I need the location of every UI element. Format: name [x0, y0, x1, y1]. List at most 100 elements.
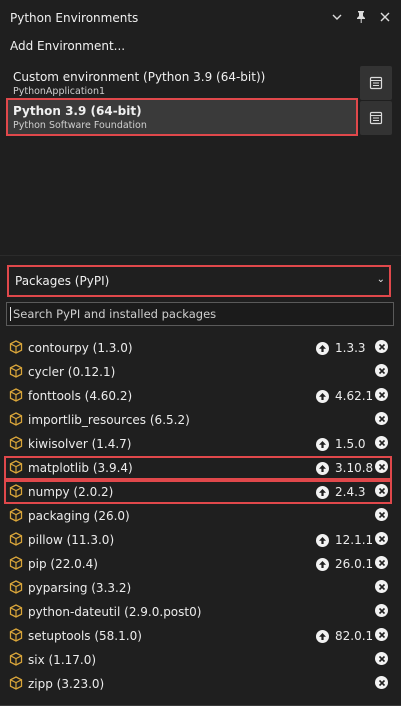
- package-icon: [9, 340, 23, 354]
- arrow-up-icon: [316, 389, 329, 403]
- uninstall-button[interactable]: [375, 532, 388, 545]
- close-icon: [378, 367, 385, 374]
- package-name: pyparsing (3.3.2): [28, 581, 132, 595]
- package-row[interactable]: python-dateutil (2.9.0.post0): [5, 601, 392, 623]
- uninstall-button[interactable]: [375, 652, 388, 665]
- pin-icon[interactable]: [353, 9, 369, 25]
- upgrade-button[interactable]: 1.5.0: [316, 437, 366, 451]
- environment-subtitle: Python Software Foundation: [13, 120, 147, 131]
- arrow-up-icon: [316, 485, 329, 499]
- package-name: fonttools (4.60.2): [28, 389, 133, 403]
- upgrade-version: 26.0.1: [335, 557, 374, 571]
- package-icon: [9, 556, 23, 570]
- uninstall-button[interactable]: [375, 604, 388, 617]
- environment-name: Custom environment (Python 3.9 (64-bit)): [13, 70, 266, 84]
- close-icon: [378, 487, 385, 494]
- package-name: importlib_resources (6.5.2): [28, 413, 190, 427]
- package-row[interactable]: fonttools (4.60.2) 4.62.1: [5, 385, 392, 407]
- package-icon: [9, 436, 23, 450]
- upgrade-button[interactable]: 4.62.1: [316, 389, 373, 403]
- environment-item-selected[interactable]: Python 3.9 (64-bit) Python Software Foun…: [6, 98, 358, 136]
- close-icon: [378, 463, 385, 470]
- uninstall-button[interactable]: [375, 676, 388, 689]
- environment-name: Python 3.9 (64-bit): [13, 104, 142, 118]
- package-row[interactable]: pillow (11.3.0) 12.1.1: [5, 529, 392, 551]
- close-icon: [378, 679, 385, 686]
- package-name: python-dateutil (2.9.0.post0): [28, 605, 202, 619]
- upgrade-button[interactable]: 12.1.1: [316, 533, 373, 547]
- upgrade-version: 3.10.8: [335, 461, 374, 475]
- uninstall-button[interactable]: [375, 340, 388, 353]
- package-icon: [9, 460, 23, 474]
- package-name: setuptools (58.1.0): [28, 629, 142, 643]
- uninstall-button[interactable]: [375, 364, 388, 377]
- environment-overview-button[interactable]: [360, 101, 392, 135]
- package-row[interactable]: six (1.17.0): [5, 649, 392, 671]
- package-row[interactable]: contourpy (1.3.0) 1.3.3: [5, 337, 392, 359]
- text-caret: [10, 307, 11, 321]
- close-icon: [378, 343, 385, 350]
- package-row[interactable]: importlib_resources (6.5.2): [5, 409, 392, 431]
- environment-item[interactable]: Custom environment (Python 3.9 (64-bit))…: [6, 64, 358, 102]
- chevron-down-icon[interactable]: [329, 9, 345, 25]
- package-row[interactable]: zipp (3.23.0): [5, 673, 392, 695]
- uninstall-button[interactable]: [375, 628, 388, 641]
- package-icon: [9, 388, 23, 402]
- uninstall-button[interactable]: [375, 484, 388, 497]
- close-icon: [378, 583, 385, 590]
- package-row[interactable]: cycler (0.12.1): [5, 361, 392, 383]
- package-name: packaging (26.0): [28, 509, 130, 523]
- package-icon: [9, 484, 23, 498]
- divider: [0, 255, 401, 256]
- upgrade-button[interactable]: 3.10.8: [316, 461, 373, 475]
- arrow-up-icon: [316, 557, 329, 571]
- upgrade-version: 4.62.1: [335, 389, 374, 403]
- package-name: pip (22.0.4): [28, 557, 98, 571]
- close-icon: [378, 535, 385, 542]
- upgrade-button[interactable]: 26.0.1: [316, 557, 373, 571]
- package-row[interactable]: matplotlib (3.9.4) 3.10.8: [4, 456, 392, 480]
- upgrade-version: 1.3.3: [335, 341, 366, 355]
- packages-view-dropdown[interactable]: Packages (PyPI) ⌄: [7, 265, 391, 297]
- close-icon: [378, 415, 385, 422]
- package-search-input[interactable]: [13, 305, 383, 323]
- title-bar: Python Environments: [0, 0, 401, 36]
- package-name: cycler (0.12.1): [28, 365, 116, 379]
- close-icon[interactable]: [377, 9, 393, 25]
- overview-icon: [369, 111, 383, 125]
- upgrade-button[interactable]: 1.3.3: [316, 341, 366, 355]
- package-icon: [9, 676, 23, 690]
- package-row[interactable]: numpy (2.0.2) 2.4.3: [4, 480, 392, 504]
- package-row[interactable]: pyparsing (3.3.2): [5, 577, 392, 599]
- uninstall-button[interactable]: [375, 388, 388, 401]
- package-name: matplotlib (3.9.4): [28, 461, 133, 475]
- package-row[interactable]: setuptools (58.1.0) 82.0.1: [5, 625, 392, 647]
- arrow-up-icon: [316, 533, 329, 547]
- package-row[interactable]: pip (22.0.4) 26.0.1: [5, 553, 392, 575]
- package-icon: [9, 628, 23, 642]
- environment-overview-button[interactable]: [360, 66, 392, 100]
- overview-icon: [369, 76, 383, 90]
- uninstall-button[interactable]: [375, 460, 388, 473]
- chevron-down-icon: ⌄: [376, 274, 385, 285]
- uninstall-button[interactable]: [375, 580, 388, 593]
- package-name: pillow (11.3.0): [28, 533, 115, 547]
- uninstall-button[interactable]: [375, 508, 388, 521]
- window-title: Python Environments: [10, 11, 139, 25]
- uninstall-button[interactable]: [375, 436, 388, 449]
- environment-subtitle: PythonApplication1: [13, 86, 106, 97]
- package-row[interactable]: kiwisolver (1.4.7) 1.5.0: [5, 433, 392, 455]
- package-search-box[interactable]: [6, 302, 394, 326]
- package-row[interactable]: packaging (26.0): [5, 505, 392, 527]
- uninstall-button[interactable]: [375, 556, 388, 569]
- arrow-up-icon: [316, 461, 329, 475]
- close-icon: [378, 631, 385, 638]
- close-icon: [378, 655, 385, 662]
- package-icon: [9, 532, 23, 546]
- package-icon: [9, 652, 23, 666]
- upgrade-button[interactable]: 2.4.3: [316, 485, 366, 499]
- upgrade-button[interactable]: 82.0.1: [316, 629, 373, 643]
- package-name: kiwisolver (1.4.7): [28, 437, 132, 451]
- uninstall-button[interactable]: [375, 412, 388, 425]
- add-environment-link[interactable]: Add Environment...: [10, 39, 125, 53]
